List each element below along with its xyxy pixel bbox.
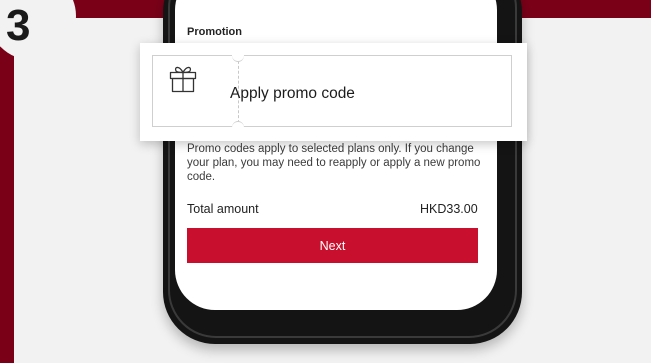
promo-button-label: Apply promo code [230,85,355,102]
step-number: 3 [6,1,31,50]
gift-icon [169,66,197,93]
ticket-notch-bottom [232,121,244,134]
total-value: HKD33.00 [420,202,478,216]
apply-promo-card[interactable]: Apply promo code [140,43,527,141]
promo-notice: Promo codes apply to selected plans only… [187,143,481,183]
section-title: Promotion [187,26,242,38]
total-label: Total amount [187,202,259,216]
ticket-notch-top [232,49,244,62]
next-button[interactable]: Next [187,228,478,263]
